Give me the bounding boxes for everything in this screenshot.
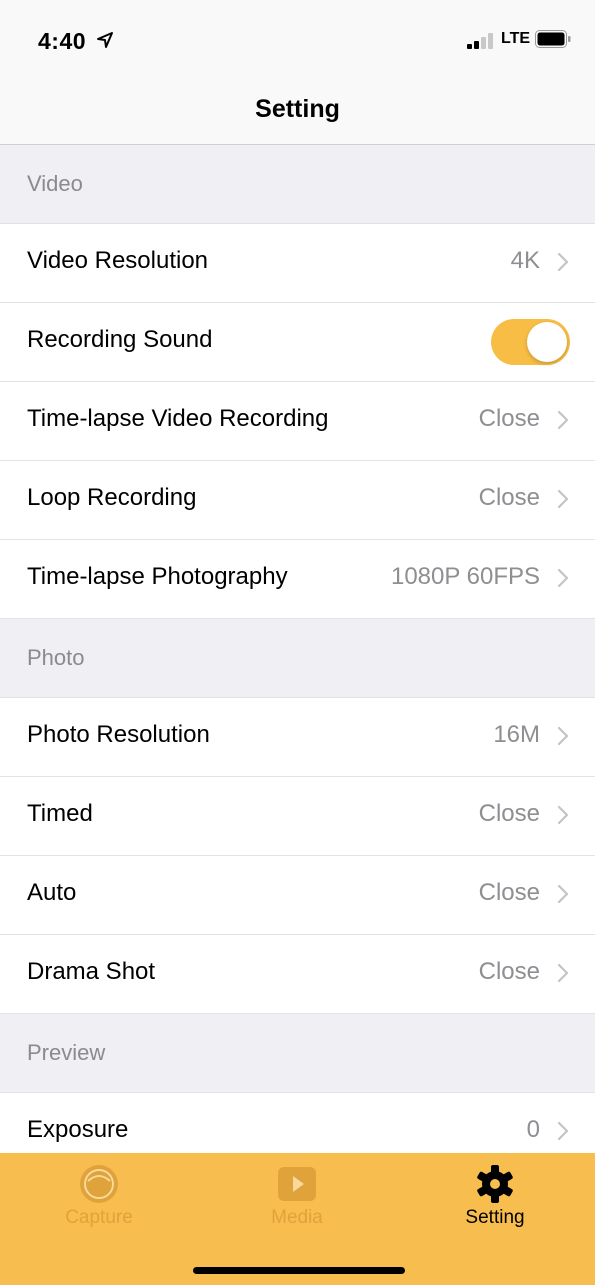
chevron-right-icon (557, 1121, 569, 1141)
toggle-knob (527, 322, 567, 362)
section-title: Preview (27, 1040, 106, 1065)
tab-media[interactable]: Media (198, 1153, 396, 1243)
network-type: LTE (501, 30, 531, 47)
navigation-bar: Setting (0, 80, 595, 145)
row-value: 16M (493, 721, 540, 748)
row-label: Drama Shot (27, 958, 156, 985)
settings-list[interactable]: Video Video Resolution 4K Recording Soun… (0, 145, 595, 1172)
chevron-right-icon (557, 805, 569, 825)
location-arrow-icon (97, 32, 113, 48)
row-label: Exposure (27, 1116, 129, 1143)
chevron-right-icon (557, 726, 569, 746)
page-title: Setting (255, 95, 340, 123)
chevron-right-icon (557, 252, 569, 272)
chevron-right-icon (557, 884, 569, 904)
tab-label: Capture (65, 1207, 133, 1228)
row-value: 4K (510, 247, 540, 274)
status-time: 4:40 (38, 28, 87, 54)
row-label: Loop Recording (27, 484, 197, 511)
home-indicator[interactable] (193, 1267, 405, 1274)
row-value: 1080P 60FPS (390, 563, 540, 590)
row-loop-recording[interactable]: Loop Recording Close (0, 461, 595, 540)
tab-capture[interactable]: Capture (0, 1153, 198, 1243)
row-video-resolution[interactable]: Video Resolution 4K (0, 224, 595, 303)
row-label: Photo Resolution (27, 721, 210, 748)
section-header-video: Video (0, 145, 595, 224)
section-header-preview: Preview (0, 1014, 595, 1093)
row-value: Close (478, 879, 540, 906)
row-value: Close (478, 484, 540, 511)
row-timelapse-video-recording[interactable]: Time-lapse Video Recording Close (0, 382, 595, 461)
row-label: Time-lapse Video Recording (27, 405, 329, 432)
chevron-right-icon (557, 963, 569, 983)
row-label: Auto (27, 879, 77, 906)
section-header-photo: Photo (0, 619, 595, 698)
row-timelapse-photography[interactable]: Time-lapse Photography 1080P 60FPS (0, 540, 595, 619)
capture-icon (80, 1165, 118, 1203)
row-photo-resolution[interactable]: Photo Resolution 16M (0, 698, 595, 777)
row-value: 0 (526, 1116, 540, 1143)
tab-setting[interactable]: Setting (396, 1153, 594, 1243)
media-play-icon (278, 1167, 316, 1201)
row-value: Close (478, 958, 540, 985)
status-bar: 4:40 LTE (0, 0, 595, 80)
row-value: Close (478, 405, 540, 432)
chevron-right-icon (557, 568, 569, 588)
tab-label: Media (271, 1207, 323, 1228)
tab-bar: Capture Media Setting (0, 1153, 595, 1285)
gear-icon (477, 1165, 513, 1203)
row-value: Close (478, 800, 540, 827)
row-label: Video Resolution (27, 247, 209, 274)
row-auto[interactable]: Auto Close (0, 856, 595, 935)
row-recording-sound: Recording Sound (0, 303, 595, 382)
row-drama-shot[interactable]: Drama Shot Close (0, 935, 595, 1014)
row-label: Time-lapse Photography (27, 563, 288, 590)
row-label: Timed (27, 800, 93, 827)
section-title: Photo (27, 645, 85, 670)
row-timed[interactable]: Timed Close (0, 777, 595, 856)
chevron-right-icon (557, 489, 569, 509)
section-title: Video (27, 171, 83, 196)
chevron-right-icon (557, 410, 569, 430)
tab-label: Setting (465, 1207, 525, 1228)
battery-icon (535, 30, 571, 48)
recording-sound-toggle[interactable] (491, 319, 570, 365)
signal-strength-icon (467, 33, 493, 49)
row-label: Recording Sound (27, 326, 213, 353)
